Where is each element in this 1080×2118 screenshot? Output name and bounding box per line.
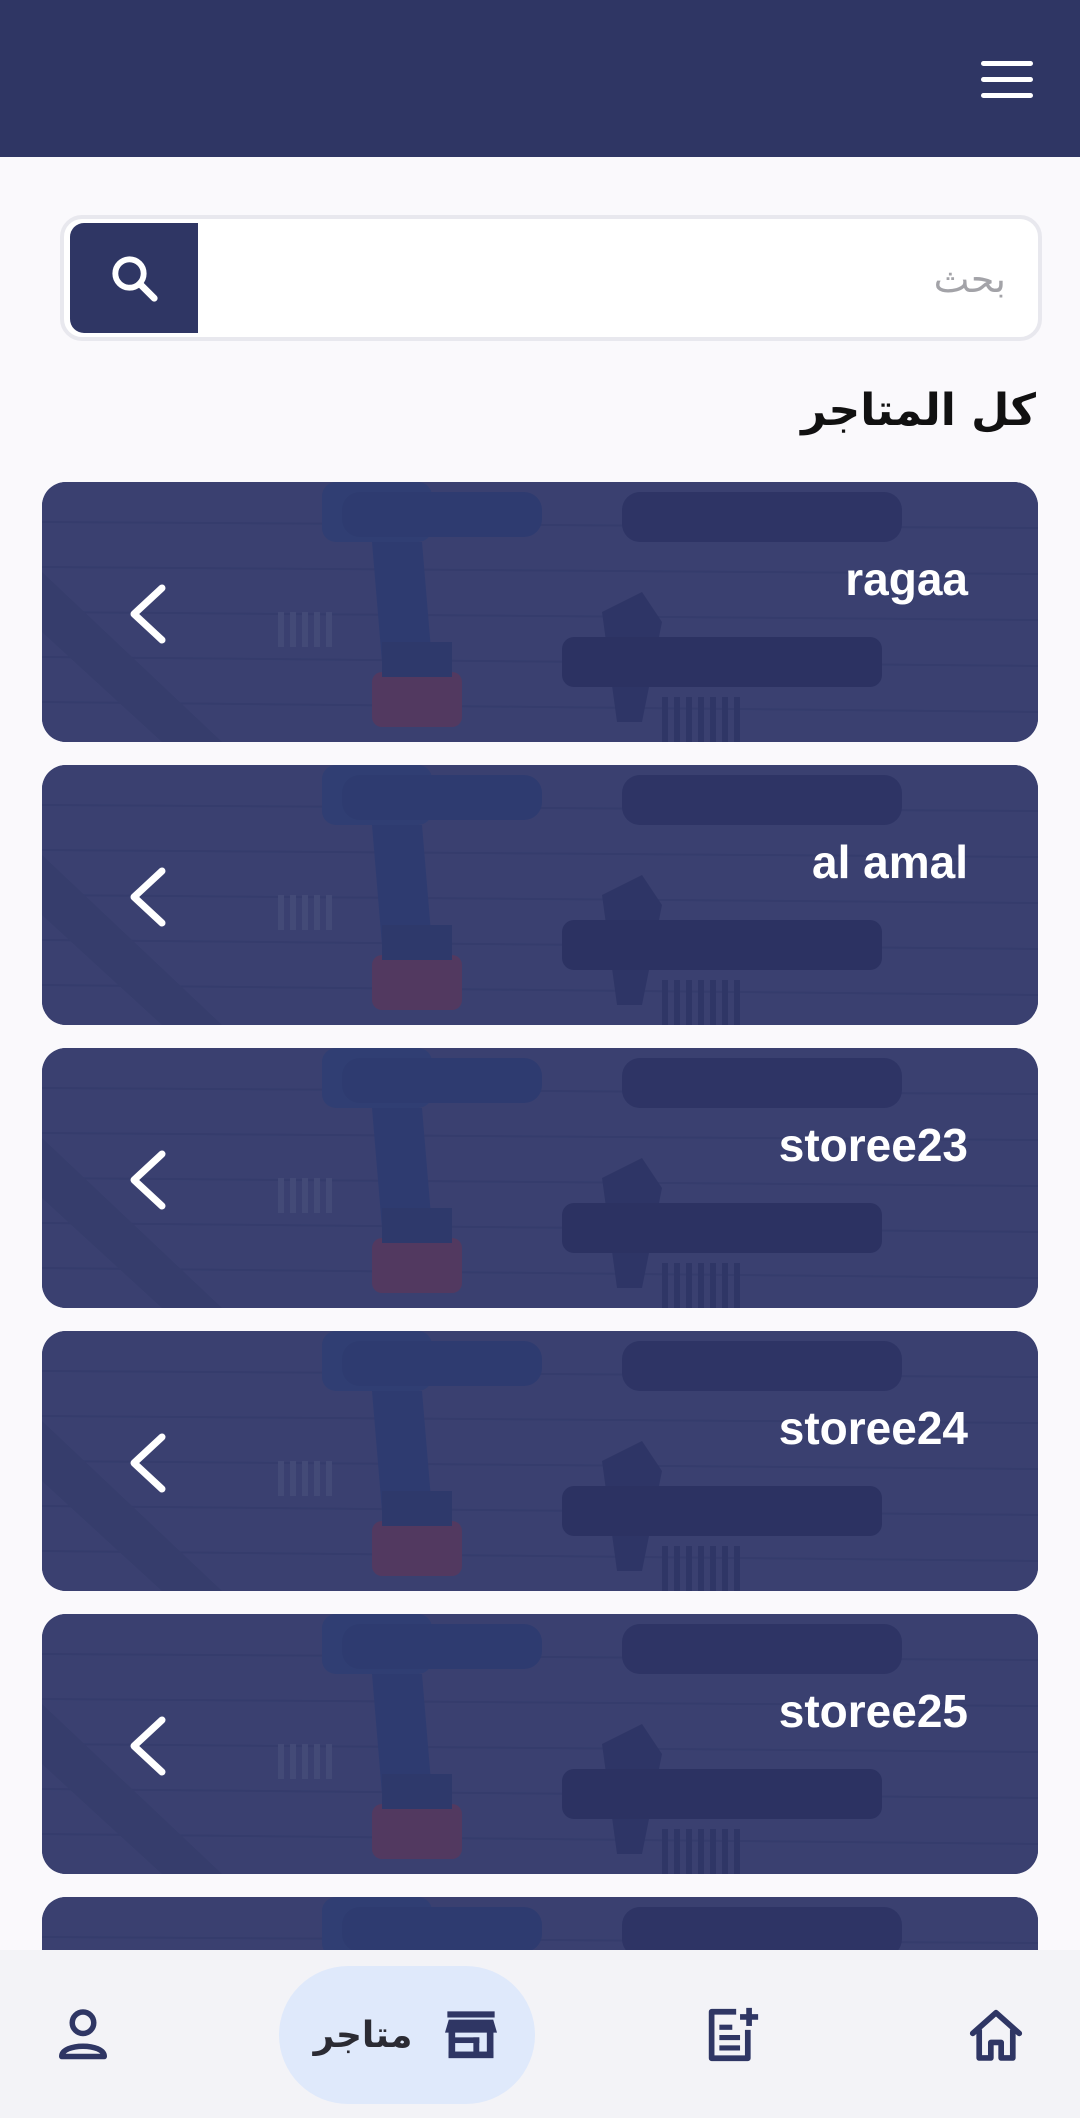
store-card[interactable]: storee23 [42, 1048, 1038, 1308]
chevron-left-icon [130, 1150, 166, 1210]
store-card[interactable]: storee24 [42, 1331, 1038, 1591]
nav-profile[interactable] [52, 2000, 114, 2068]
nav-add-note[interactable] [696, 2000, 766, 2070]
card-overlay [42, 1331, 1038, 1591]
search-icon [112, 256, 158, 302]
person-icon [59, 2009, 107, 2060]
app-bar [0, 0, 1080, 157]
card-overlay [42, 1897, 1038, 1950]
store-card[interactable]: al amal [42, 765, 1038, 1025]
store-card[interactable] [42, 1897, 1038, 1950]
nav-stores-label: متاجر [313, 2014, 413, 2056]
add-note-icon [708, 2007, 759, 2062]
store-name: ragaa [845, 553, 968, 605]
store-name: storee23 [778, 1119, 968, 1171]
card-overlay [42, 1614, 1038, 1874]
store-name: al amal [812, 836, 968, 888]
chevron-left-icon [130, 1433, 166, 1493]
card-overlay [42, 1048, 1038, 1308]
card-overlay [42, 765, 1038, 1025]
nav-stores[interactable]: متاجر [279, 1966, 535, 2104]
chevron-left-icon [130, 584, 166, 644]
chevron-left-icon [130, 1716, 166, 1776]
search-button[interactable] [70, 223, 198, 333]
home-icon [969, 2009, 1023, 2061]
search-input[interactable] [214, 219, 1008, 337]
store-card[interactable]: ragaa [42, 482, 1038, 742]
nav-home[interactable] [958, 2002, 1034, 2070]
store-name: storee25 [778, 1685, 968, 1737]
chevron-left-icon [130, 867, 166, 927]
store-list[interactable]: ragaa al amal storee23 storee24 storee25 [42, 482, 1038, 1950]
section-title: كل المتاجر [801, 385, 1036, 436]
store-icon [445, 2011, 498, 2059]
card-overlay [42, 482, 1038, 742]
bottom-nav: متاجر [0, 1950, 1080, 2118]
search-bar [60, 215, 1042, 341]
store-card[interactable]: storee25 [42, 1614, 1038, 1874]
menu-icon[interactable] [981, 59, 1037, 101]
store-name: storee24 [778, 1402, 968, 1454]
